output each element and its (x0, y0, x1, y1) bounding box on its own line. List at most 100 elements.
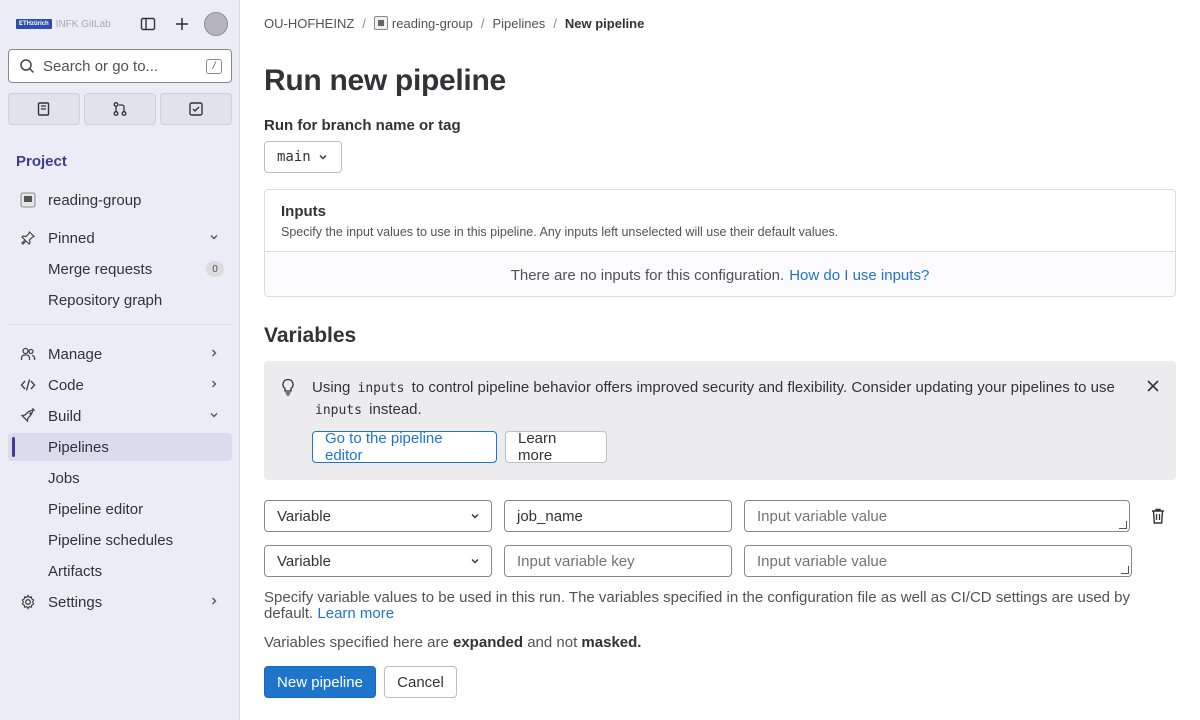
breadcrumb-project[interactable]: reading-group (373, 16, 473, 31)
variable-type-value: Variable (277, 507, 331, 525)
sidebar-item-code[interactable]: Code (8, 371, 232, 399)
sidebar-item-label: Merge requests (48, 260, 153, 278)
sidebar-header: ETHzürich INFK GitLab (16, 10, 231, 38)
inputs-title: Inputs (281, 203, 326, 220)
variable-key-input[interactable]: job_name (504, 500, 732, 532)
new-pipeline-button[interactable]: New pipeline (264, 666, 376, 698)
branch-value: main (277, 149, 311, 165)
sidebar-item-label: Pipeline editor (48, 500, 144, 518)
variable-type-value: Variable (277, 552, 331, 570)
chevron-right-icon (208, 594, 220, 611)
sidebar-item-label: Jobs (48, 469, 80, 487)
chevron-down-icon (208, 408, 220, 425)
branch-dropdown[interactable]: main (264, 141, 342, 173)
variables-help-text: Specify variable values to be used in th… (264, 589, 1131, 622)
chevron-down-icon (319, 155, 327, 160)
inputs-empty-text: There are no inputs for this configurati… (510, 266, 785, 284)
issues-button[interactable] (8, 93, 80, 125)
chevron-right-icon (208, 377, 220, 394)
sidebar-pinned-label: Pinned (48, 229, 95, 247)
count-badge: 0 (206, 261, 224, 277)
variables-heading: Variables (264, 324, 357, 347)
sidebar-item-artifacts[interactable]: Artifacts (8, 557, 232, 585)
sidebar-item-pipeline-schedules[interactable]: Pipeline schedules (8, 526, 232, 554)
sidebar-project-link[interactable]: reading-group (8, 186, 232, 214)
breadcrumb-current[interactable]: New pipeline (565, 16, 644, 31)
branch-label: Run for branch name or tag (264, 117, 461, 134)
sidebar-item-repository-graph[interactable]: Repository graph (8, 286, 232, 314)
chevron-down-icon (471, 514, 479, 519)
todos-button[interactable] (160, 93, 232, 125)
resize-handle-icon[interactable] (1119, 521, 1127, 529)
plus-icon[interactable] (168, 10, 196, 38)
close-icon[interactable] (1146, 379, 1160, 396)
sidebar-item-settings[interactable]: Settings (8, 588, 232, 616)
variable-type-select[interactable]: Variable (264, 545, 492, 577)
variable-type-select[interactable]: Variable (264, 500, 492, 532)
sidebar-item-label: Artifacts (48, 562, 103, 580)
alert-message: Using inputs to control pipeline behavio… (312, 379, 1115, 418)
breadcrumb-project-label: reading-group (391, 16, 473, 31)
gitlab-logo[interactable]: ETHzürich INFK GitLab (16, 19, 111, 30)
chevron-down-icon (208, 230, 220, 247)
pin-icon (8, 230, 48, 246)
sidebar-project-name: reading-group (48, 191, 142, 209)
variables-learn-more-link[interactable]: Learn more (317, 605, 394, 622)
toggle-sidebar-icon[interactable] (134, 10, 162, 38)
variable-value-input[interactable]: Input variable value (744, 545, 1132, 577)
code-icon (8, 377, 48, 393)
inputs-code: inputs (357, 381, 405, 396)
inputs-description: Specify the input values to use in this … (281, 225, 839, 239)
sidebar-item-label: Manage (48, 345, 103, 363)
breadcrumb-group[interactable]: OU-HOFHEINZ (264, 16, 354, 31)
sidebar-pinned-toggle[interactable]: Pinned (8, 224, 232, 252)
users-icon (8, 346, 48, 362)
lightbulb-icon (280, 378, 296, 399)
resize-handle-icon[interactable] (1121, 566, 1129, 574)
sidebar-item-merge-requests[interactable]: Merge requests 0 (8, 255, 232, 283)
variable-key-input[interactable]: Input variable key (504, 545, 732, 577)
sidebar-item-manage[interactable]: Manage (8, 340, 232, 368)
inputs-code: inputs (315, 403, 362, 418)
sidebar-divider (8, 324, 232, 325)
sidebar-section-title: Project (16, 153, 67, 170)
search-placeholder: Search or go to... (43, 57, 159, 75)
main-content: OU-HOFHEINZ / reading-group / Pipelines … (240, 0, 1200, 720)
sidebar-item-label: Pipeline schedules (48, 531, 174, 549)
sidebar-item-build[interactable]: Build (8, 402, 232, 430)
breadcrumb-pipelines[interactable]: Pipelines (492, 16, 545, 31)
avatar[interactable] (204, 12, 228, 36)
cancel-button[interactable]: Cancel (384, 666, 457, 698)
sidebar-item-jobs[interactable]: Jobs (8, 464, 232, 492)
learn-more-button[interactable]: Learn more (505, 430, 607, 464)
sidebar-item-pipeline-editor[interactable]: Pipeline editor (8, 495, 232, 523)
sidebar-item-label: Pipelines (48, 438, 109, 456)
sidebar-item-label: Repository graph (48, 291, 163, 309)
inputs-recommendation-alert: Using inputs to control pipeline behavio… (264, 361, 1176, 480)
sidebar-item-label: Build (48, 407, 82, 425)
rocket-icon (8, 408, 48, 424)
trash-icon[interactable] (1150, 507, 1166, 528)
project-icon (373, 16, 388, 30)
chevron-right-icon (208, 346, 220, 363)
search-icon (20, 59, 35, 74)
go-to-pipeline-editor-button[interactable]: Go to the pipeline editor (312, 430, 497, 464)
chevron-down-icon (471, 559, 479, 564)
page-title: Run new pipeline (264, 64, 506, 97)
todo-icon (189, 102, 203, 116)
breadcrumb: OU-HOFHEINZ / reading-group / Pipelines … (264, 16, 645, 31)
sidebar-item-label: Settings (48, 593, 103, 611)
issues-icon (37, 102, 50, 116)
inputs-card: Inputs Specify the input values to use i… (264, 189, 1176, 297)
search-shortcut: / (206, 59, 222, 74)
merge-requests-button[interactable] (84, 93, 156, 125)
variable-value-input[interactable]: Input variable value (744, 500, 1130, 532)
instance-name: INFK GitLab (55, 18, 111, 30)
search-input[interactable]: Search or go to... / (8, 49, 232, 83)
project-avatar-icon (8, 192, 48, 208)
inputs-help-link[interactable]: How do I use inputs? (789, 267, 929, 284)
sidebar-item-pipelines[interactable]: Pipelines (8, 433, 232, 461)
gear-icon (8, 594, 48, 610)
variables-expansion-note: Variables specified here are expanded an… (264, 634, 642, 651)
merge-request-icon (113, 102, 127, 116)
